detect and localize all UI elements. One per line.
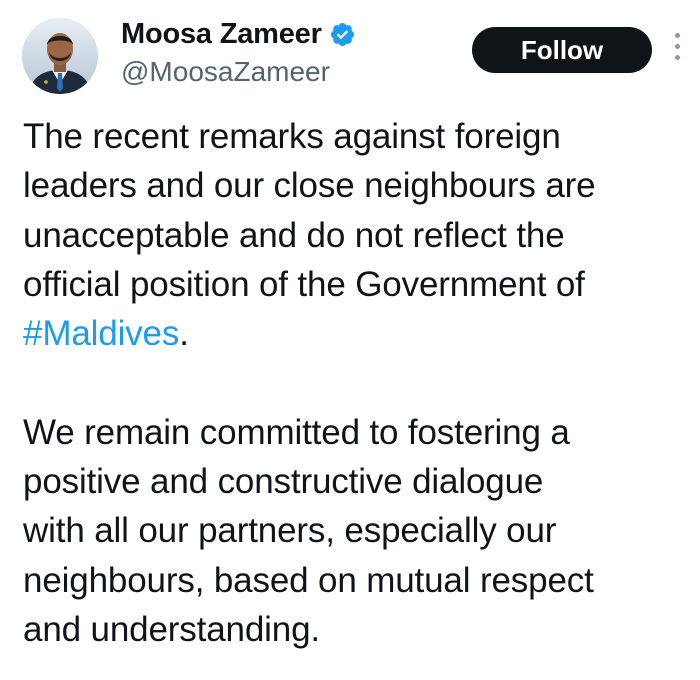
text-line: We remain committed to fostering a [23, 412, 570, 452]
trailing-punctuation: . [179, 314, 189, 354]
tweet-text: The recent remarks against foreign leade… [23, 112, 699, 654]
text-line-hashtag: #Maldives. [23, 309, 699, 358]
more-dot [674, 55, 680, 60]
tweet-card: Moosa Zameer @MoosaZameer Follow The rec… [0, 0, 700, 680]
display-name-row: Moosa Zameer [121, 14, 356, 54]
more-dot [674, 33, 680, 38]
follow-button[interactable]: Follow [472, 27, 652, 73]
verified-badge-icon [329, 21, 356, 48]
text-line: leaders and our close neighbours are [23, 166, 596, 206]
text-line: neighbours, based on mutual respect [23, 560, 594, 600]
tweet-header: Moosa Zameer @MoosaZameer Follow [0, 0, 700, 110]
more-options-icon[interactable] [670, 33, 684, 67]
user-handle[interactable]: @MoosaZameer [121, 56, 356, 88]
hashtag-link[interactable]: #Maldives [23, 314, 179, 353]
more-dot [674, 44, 680, 49]
avatar-image [22, 18, 98, 94]
avatar[interactable] [22, 18, 98, 94]
text-line: positive and constructive dialogue [23, 462, 544, 502]
display-name[interactable]: Moosa Zameer [121, 18, 322, 51]
text-line: with all our partners, especially our [23, 511, 557, 551]
text-line: The recent remarks against foreign [23, 117, 561, 156]
text-line: official position of the Government of [23, 264, 585, 304]
text-line: unacceptable and do not reflect the [23, 215, 565, 255]
author-info: Moosa Zameer @MoosaZameer [121, 14, 356, 88]
text-line: and understanding. [23, 609, 320, 649]
